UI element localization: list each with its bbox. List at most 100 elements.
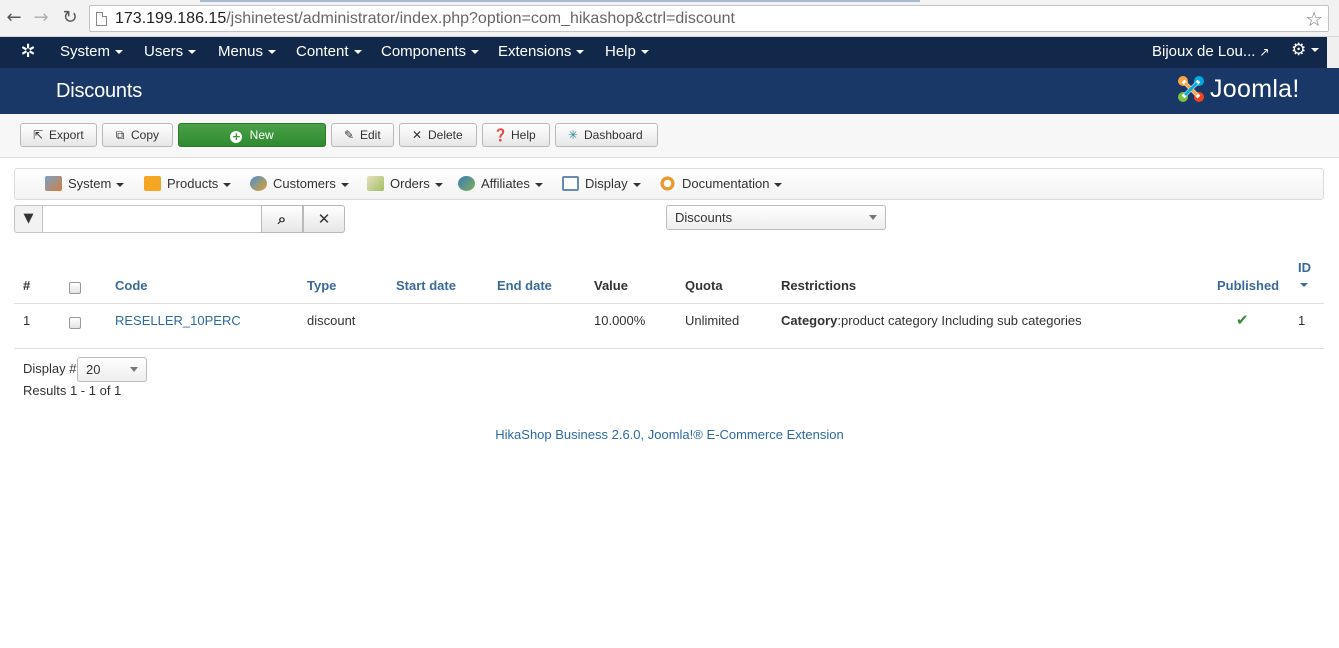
copy-button[interactable]: ⧉ Copy xyxy=(102,123,173,147)
results-count: Results 1 - 1 of 1 xyxy=(23,383,122,398)
menu-extensions[interactable]: Extensions xyxy=(498,43,585,60)
menu-components[interactable]: Components xyxy=(381,43,480,60)
url-text[interactable]: 173.199.186.15/jshinetest/administrator/… xyxy=(115,10,735,28)
address-bar[interactable]: 173.199.186.15/jshinetest/administrator/… xyxy=(89,5,1329,32)
reload-icon[interactable]: ↻ xyxy=(60,8,80,28)
plus-circle-icon: + xyxy=(230,130,243,143)
bookmark-star-icon[interactable]: ☆ xyxy=(1305,7,1323,31)
site-name: Bijoux de Lou... xyxy=(1152,43,1256,60)
page-header: Discounts xyxy=(0,68,1339,114)
col-code-header[interactable]: Code xyxy=(115,278,148,293)
menu-help-label: Help xyxy=(605,43,636,60)
type-select[interactable]: Discounts xyxy=(666,205,886,230)
col-type-header[interactable]: Type xyxy=(307,278,336,293)
menu-help[interactable]: Help xyxy=(605,43,649,60)
caret-down-icon xyxy=(353,50,362,55)
submenu-affiliates[interactable]: Affiliates xyxy=(458,176,543,191)
edit-button[interactable]: ✎ Edit xyxy=(331,123,394,147)
menu-content[interactable]: Content xyxy=(296,43,362,60)
col-published-header[interactable]: Published xyxy=(1217,278,1279,293)
menu-extensions-label: Extensions xyxy=(498,43,572,60)
export-button[interactable]: ⇱ Export xyxy=(20,123,97,147)
col-end-date-header[interactable]: End date xyxy=(497,278,552,293)
footer-link[interactable]: HikaShop Business 2.6.0, Joomla!® E-Comm… xyxy=(0,427,1339,442)
help-button[interactable]: ❓ Help xyxy=(482,123,550,147)
row-code-link[interactable]: RESELLER_10PERC xyxy=(115,313,241,328)
menu-menus[interactable]: Menus xyxy=(218,43,277,60)
caret-down-icon xyxy=(340,182,349,187)
caret-down-icon xyxy=(1311,48,1320,52)
caret-down-icon xyxy=(434,182,443,187)
back-arrow-icon[interactable]: ← xyxy=(4,8,24,28)
col-id-header[interactable]: ID xyxy=(1298,260,1311,275)
display-limit-select[interactable]: 20 xyxy=(77,357,147,382)
delete-x-icon: ✕ xyxy=(411,128,423,142)
row-id: 1 xyxy=(1298,313,1306,328)
new-label: New xyxy=(249,128,274,142)
search-input[interactable] xyxy=(42,205,262,233)
submenu-display[interactable]: Display xyxy=(562,176,641,191)
submenu-orders[interactable]: Orders xyxy=(367,176,443,191)
submenu-products-label: Products xyxy=(167,176,219,191)
submenu-system[interactable]: System xyxy=(45,176,125,191)
submenu-display-label: Display xyxy=(585,176,628,191)
hikashop-submenu: System Products Customers Orders Affilia… xyxy=(14,168,1324,200)
header-divider xyxy=(14,303,1324,304)
gear-icon: ⚙ xyxy=(1291,40,1307,60)
caret-down-icon xyxy=(640,50,649,55)
url-host: 173.199.186.15 xyxy=(115,10,227,27)
action-toolbar: ⇱ Export ⧉ Copy + New ✎ Edit ✕ Delete ❓ Help … xyxy=(0,114,1339,158)
col-restrictions-header: Restrictions xyxy=(781,278,857,293)
filter-icon: ▼ xyxy=(14,205,43,233)
select-arrow-icon xyxy=(869,215,877,220)
col-start-date-header[interactable]: Start date xyxy=(396,278,456,293)
caret-down-icon xyxy=(268,50,277,55)
select-all-checkbox[interactable] xyxy=(69,282,81,294)
type-select-value: Discounts xyxy=(675,210,733,225)
clear-x-icon: ✕ xyxy=(317,210,331,228)
menu-content-label: Content xyxy=(296,43,349,60)
forward-arrow-icon[interactable]: → xyxy=(31,8,51,28)
published-check-icon[interactable]: ✔ xyxy=(1236,311,1249,329)
new-button[interactable]: + New xyxy=(178,123,326,147)
external-link-icon: ↗ xyxy=(1259,45,1270,59)
display-limit-value: 20 xyxy=(86,362,101,377)
caret-down-icon xyxy=(115,50,124,55)
user-menu[interactable]: ⚙ xyxy=(1291,40,1320,60)
submenu-system-label: System xyxy=(68,176,112,191)
joomla-wordmark: Joomla! xyxy=(1210,75,1300,103)
caret-down-icon xyxy=(632,182,641,187)
caret-down-icon xyxy=(188,50,197,55)
select-arrow-icon xyxy=(130,367,138,372)
menu-system[interactable]: System xyxy=(60,43,124,60)
affiliates-icon xyxy=(458,176,475,191)
export-icon: ⇱ xyxy=(32,128,44,142)
orders-icon xyxy=(367,176,384,191)
row-num: 1 xyxy=(23,313,31,328)
caret-down-icon xyxy=(774,182,783,187)
submenu-documentation[interactable]: Documentation xyxy=(659,176,783,191)
submenu-documentation-label: Documentation xyxy=(682,176,770,191)
menu-users-label: Users xyxy=(144,43,184,60)
delete-button[interactable]: ✕ Delete xyxy=(399,123,477,147)
submenu-customers[interactable]: Customers xyxy=(250,176,349,191)
joomla-mark-icon xyxy=(1178,76,1204,102)
products-box-icon xyxy=(144,176,161,191)
caret-down-icon xyxy=(116,182,125,187)
search-button[interactable]: ⌕ xyxy=(261,205,303,233)
menu-users[interactable]: Users xyxy=(144,43,197,60)
col-value-header: Value xyxy=(594,278,628,293)
caret-down-icon xyxy=(576,50,585,55)
search-icon: ⌕ xyxy=(277,210,287,228)
copy-label: Copy xyxy=(131,128,160,142)
joomla-logo-icon[interactable]: ✲ xyxy=(18,42,38,62)
row-divider xyxy=(14,348,1324,349)
clear-button[interactable]: ✕ xyxy=(303,205,345,233)
site-link[interactable]: Bijoux de Lou... ↗ xyxy=(1152,43,1269,60)
url-path: /jshinetest/administrator/index.php?opti… xyxy=(226,10,735,27)
dashboard-button[interactable]: ✳ Dashboard xyxy=(555,123,658,147)
documentation-lifebuoy-icon xyxy=(659,176,676,191)
browser-toolbar: ← → ↻ 173.199.186.15/jshinetest/administ… xyxy=(0,0,1339,37)
submenu-products[interactable]: Products xyxy=(144,176,232,191)
row-checkbox[interactable] xyxy=(69,317,81,329)
